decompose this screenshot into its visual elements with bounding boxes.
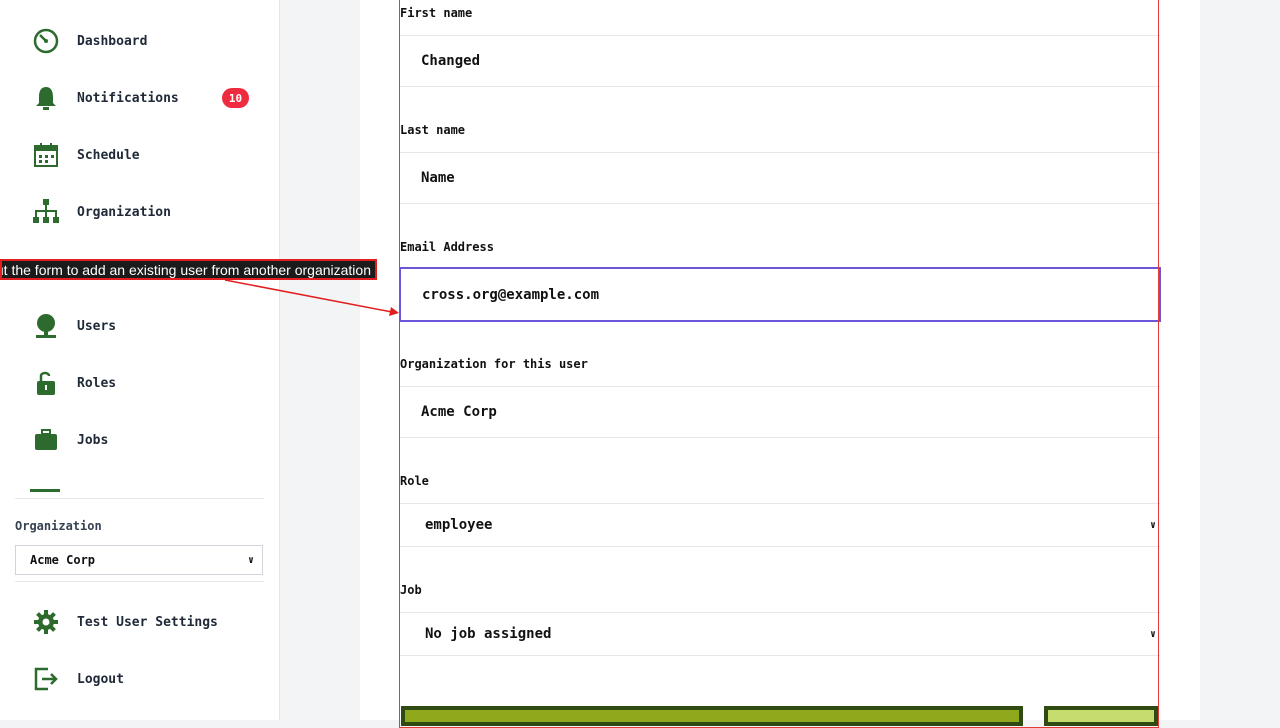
sidebar-item-label: Logout bbox=[77, 671, 124, 687]
sidebar-item-label: Test User Settings bbox=[77, 614, 218, 630]
sidebar-item-partial bbox=[30, 489, 60, 492]
sidebar-item-organization[interactable]: Organization bbox=[30, 195, 260, 229]
sidebar: Dashboard Notifications 10 Schedule Orga… bbox=[0, 0, 280, 720]
sidebar-item-label: Notifications bbox=[77, 90, 179, 106]
lock-icon bbox=[30, 367, 62, 399]
sidebar-item-logout[interactable]: Logout bbox=[30, 662, 260, 696]
first-name-label: First name bbox=[400, 6, 473, 20]
annotation-callout: ut the form to add an existing user from… bbox=[0, 259, 377, 280]
email-label: Email Address bbox=[400, 240, 494, 254]
organization-select-value: Acme Corp bbox=[30, 553, 96, 567]
last-name-field[interactable]: Name bbox=[400, 152, 1160, 204]
role-select-value: employee bbox=[425, 517, 493, 533]
sidebar-item-label: Organization bbox=[77, 204, 171, 220]
last-name-label: Last name bbox=[400, 123, 466, 137]
annotation-text: ut the form to add an existing user from… bbox=[0, 261, 371, 278]
submit-button[interactable] bbox=[401, 706, 1023, 726]
job-select-value: No job assigned bbox=[425, 626, 552, 642]
email-field[interactable]: cross.org@example.com bbox=[399, 267, 1161, 322]
job-select[interactable]: No job assigned ∨ bbox=[400, 612, 1160, 656]
chevron-down-icon: ∨ bbox=[1149, 628, 1156, 640]
sidebar-item-label: Schedule bbox=[77, 147, 140, 163]
sidebar-item-users[interactable]: Users bbox=[30, 309, 260, 343]
chevron-down-icon: ∨ bbox=[1149, 519, 1156, 531]
chevron-down-icon: ∨ bbox=[247, 554, 254, 566]
sidebar-divider bbox=[15, 498, 264, 499]
job-label: Job bbox=[400, 583, 422, 597]
cancel-button[interactable] bbox=[1044, 706, 1158, 726]
role-select[interactable]: employee ∨ bbox=[400, 503, 1160, 547]
sidebar-item-settings[interactable]: Test User Settings bbox=[30, 605, 260, 639]
sidebar-item-roles[interactable]: Roles bbox=[30, 366, 260, 400]
sidebar-item-label: Dashboard bbox=[77, 33, 148, 49]
sidebar-item-label: Roles bbox=[77, 375, 117, 391]
organization-label: Organization bbox=[15, 519, 102, 533]
first-name-field[interactable]: Changed bbox=[400, 35, 1160, 87]
organization-select[interactable]: Acme Corp ∨ bbox=[15, 545, 263, 575]
sidebar-item-label: Jobs bbox=[77, 432, 109, 448]
sidebar-divider bbox=[15, 581, 264, 582]
sidebar-item-notifications[interactable]: Notifications 10 bbox=[30, 81, 260, 115]
gear-icon bbox=[30, 606, 62, 638]
organization-field[interactable]: Acme Corp bbox=[400, 386, 1160, 438]
calendar-icon bbox=[30, 139, 62, 171]
org-chart-icon bbox=[30, 196, 62, 228]
briefcase-icon bbox=[30, 424, 62, 456]
sidebar-item-schedule[interactable]: Schedule bbox=[30, 138, 260, 172]
sidebar-item-jobs[interactable]: Jobs bbox=[30, 423, 260, 457]
role-label: Role bbox=[400, 474, 429, 488]
notification-count-badge: 10 bbox=[222, 88, 249, 108]
bell-icon bbox=[30, 82, 62, 114]
dashboard-icon bbox=[30, 25, 62, 57]
sidebar-item-label: Users bbox=[77, 318, 117, 334]
user-icon bbox=[30, 310, 62, 342]
organization-label: Organization for this user bbox=[400, 357, 588, 371]
sidebar-item-dashboard[interactable]: Dashboard bbox=[30, 24, 260, 58]
logout-icon bbox=[30, 663, 62, 695]
